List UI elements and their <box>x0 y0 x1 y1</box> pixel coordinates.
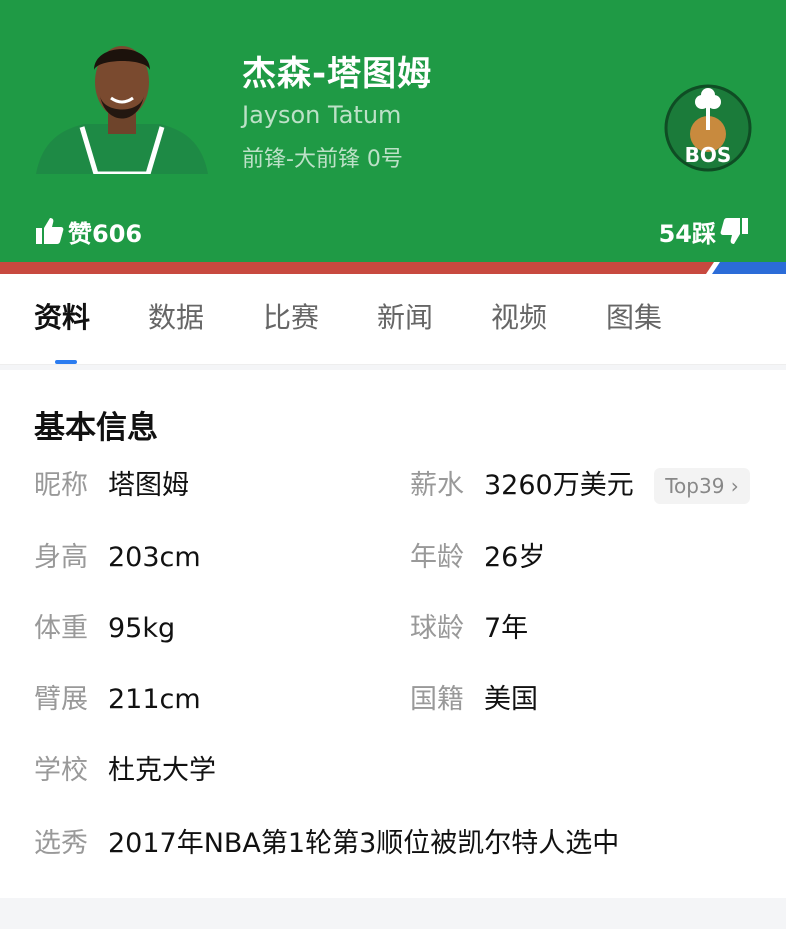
info-label: 选秀 <box>34 828 88 859</box>
info-label: 臂展 <box>34 684 88 715</box>
player-header: 杰森-塔图姆 Jayson Tatum 前锋-大前锋 0号 BOS 赞606 5… <box>0 0 786 262</box>
info-value: 7年 <box>484 613 529 644</box>
tab-gallery[interactable]: 图集 <box>606 298 662 338</box>
team-abbr: BOS <box>685 143 732 167</box>
info-value: 塔图姆 <box>108 470 189 501</box>
tab-bar: 资料 数据 比赛 新闻 视频 图集 <box>0 274 786 365</box>
info-row-draft: 选秀 2017年NBA第1轮第3顺位被凯尔特人选中 <box>34 824 619 864</box>
info-label: 昵称 <box>34 470 88 501</box>
player-avatar <box>36 46 208 174</box>
info-value: 203cm <box>108 542 201 573</box>
info-row-wingspan: 臂展 211cm <box>34 680 201 720</box>
info-row-experience: 球龄 7年 <box>410 609 528 649</box>
info-row-salary: 薪水 3260万美元 <box>410 466 634 506</box>
player-position: 前锋-大前锋 0号 <box>242 147 403 172</box>
player-english-name: Jayson Tatum <box>242 101 402 129</box>
like-button[interactable]: 赞606 <box>34 213 142 249</box>
info-row-nickname: 昵称 塔图姆 <box>34 466 189 506</box>
salary-rank-badge[interactable]: Top39 › <box>654 468 750 504</box>
info-value: 2017年NBA第1轮第3顺位被凯尔特人选中 <box>108 828 620 859</box>
info-row-age: 年龄 26岁 <box>410 538 545 578</box>
info-label: 薪水 <box>410 470 464 501</box>
tab-videos[interactable]: 视频 <box>491 298 547 338</box>
team-color-bar <box>0 262 786 274</box>
tab-games[interactable]: 比赛 <box>263 298 319 338</box>
info-value: 211cm <box>108 684 201 715</box>
section-title: 基本信息 <box>34 410 158 446</box>
info-label: 身高 <box>34 542 88 573</box>
info-value: 95kg <box>108 613 176 644</box>
tab-news[interactable]: 新闻 <box>377 298 433 338</box>
info-value: 杜克大学 <box>108 755 216 786</box>
like-count: 赞606 <box>68 219 143 248</box>
info-label: 球龄 <box>410 613 464 644</box>
info-value: 3260万美元 <box>484 470 634 501</box>
info-row-height: 身高 203cm <box>34 538 201 578</box>
dislike-button[interactable]: 54踩 <box>659 213 750 249</box>
dislike-count: 54踩 <box>658 219 716 248</box>
basic-info-panel: 基本信息 昵称 塔图姆 薪水 3260万美元 Top39 › 身高 203cm 年龄 2… <box>0 370 786 898</box>
info-row-nationality: 国籍 美国 <box>410 680 538 720</box>
tab-profile[interactable]: 资料 <box>34 298 90 338</box>
active-tab-indicator <box>55 360 77 364</box>
info-value: 美国 <box>484 684 538 715</box>
info-label: 年龄 <box>410 542 464 573</box>
info-label: 学校 <box>34 755 88 786</box>
info-label: 体重 <box>34 613 88 644</box>
player-name: 杰森-塔图姆 <box>242 54 433 94</box>
info-row-weight: 体重 95kg <box>34 609 175 649</box>
tab-stats[interactable]: 数据 <box>148 298 204 338</box>
info-row-school: 学校 杜克大学 <box>34 751 216 791</box>
info-value: 26岁 <box>484 542 546 573</box>
team-logo-icon[interactable]: BOS <box>664 84 752 172</box>
thumbs-down-icon <box>720 218 748 244</box>
info-label: 国籍 <box>410 684 464 715</box>
thumbs-up-icon <box>36 218 64 244</box>
